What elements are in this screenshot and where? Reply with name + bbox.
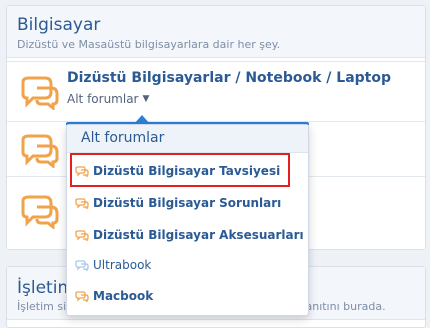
chat-bubbles-icon bbox=[21, 76, 59, 110]
caret-down-icon: ▼ bbox=[142, 94, 150, 104]
subforum-link[interactable]: Dizüstü Bilgisayar Sorunları bbox=[75, 192, 281, 214]
subforum-label: Dizüstü Bilgisayar Sorunları bbox=[93, 196, 282, 210]
subforum-link[interactable]: Ultrabook bbox=[75, 254, 151, 276]
chat-bubbles-icon bbox=[75, 229, 89, 241]
category-description: Dizüstü ve Masaüstü bilgisayarlara dair … bbox=[17, 38, 281, 51]
forum-row: Dizüstü Bilgisayarlar / Notebook / Lapto… bbox=[7, 61, 425, 122]
subforum-label: Dizüstü Bilgisayar Tavsiyesi bbox=[93, 164, 281, 178]
subforum-label: Macbook bbox=[93, 289, 154, 303]
forum-title[interactable]: Dizüstü Bilgisayarlar / Notebook / Lapto… bbox=[67, 70, 391, 86]
subforum-link[interactable]: Dizüstü Bilgisayar Tavsiyesi bbox=[75, 160, 280, 182]
chat-bubbles-icon bbox=[21, 134, 59, 168]
subforum-link[interactable]: Dizüstü Bilgisayar Aksesuarları bbox=[75, 224, 304, 246]
subforums-toggle[interactable]: Alt forumlar ▼ bbox=[67, 92, 149, 106]
chat-bubbles-icon bbox=[75, 290, 89, 302]
subforums-dropdown: Alt forumlar Dizüstü Bilgisayar Tavsiyes… bbox=[66, 124, 309, 316]
chat-bubbles-icon bbox=[75, 197, 89, 209]
subforum-label: Ultrabook bbox=[93, 258, 152, 272]
chat-bubbles-icon bbox=[75, 165, 89, 177]
subforum-label: Dizüstü Bilgisayar Aksesuarları bbox=[93, 228, 304, 242]
dropdown-header: Alt forumlar bbox=[67, 125, 308, 153]
category-title[interactable]: Bilgisayar bbox=[17, 14, 415, 36]
category-header: Bilgisayar Dizüstü ve Masaüstü bilgisaya… bbox=[7, 6, 425, 58]
chat-bubbles-icon bbox=[75, 259, 89, 271]
chat-bubbles-icon bbox=[21, 195, 59, 229]
subforum-link[interactable]: Macbook bbox=[75, 285, 153, 307]
subforums-toggle-label: Alt forumlar bbox=[67, 92, 139, 106]
